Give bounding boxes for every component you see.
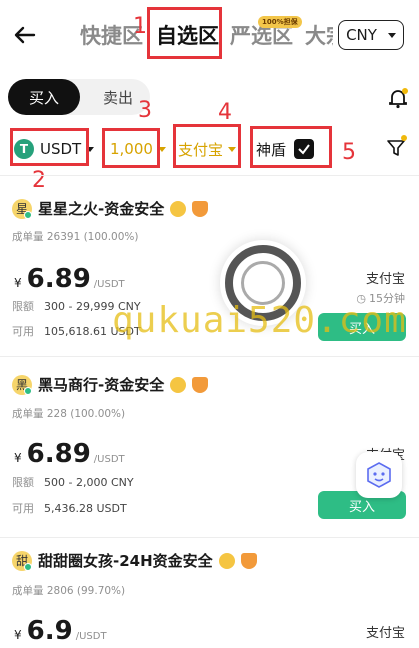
price: ¥ 6.9 /USDT xyxy=(14,616,107,646)
robot-icon xyxy=(367,462,391,488)
annotation-label-3: 3 xyxy=(138,98,152,123)
assistant-robot-button[interactable] xyxy=(356,452,402,498)
annotation-label-1: 1 xyxy=(133,14,147,39)
annotation-label-5: 5 xyxy=(342,140,356,165)
merchant-avatar: 甜 xyxy=(12,550,32,571)
tab-bulk[interactable]: 大宗 xyxy=(305,20,333,50)
buy-toggle-button[interactable]: 买入 xyxy=(8,79,80,115)
currency-value: CNY xyxy=(346,26,377,44)
verified-badge-icon xyxy=(218,552,235,569)
bell-icon[interactable] xyxy=(386,86,410,110)
buy-sell-toggle: 买入 卖出 xyxy=(8,79,150,115)
order-stats: 成单量 26391 (100.00%) xyxy=(12,231,139,243)
watermark: qukuai520.com xyxy=(112,300,407,341)
deposit-shield-icon xyxy=(192,376,209,393)
annotation-box-1 xyxy=(147,7,222,59)
merchant-row[interactable]: 黑 黑马商行-资金安全 xyxy=(12,374,209,395)
annotation-box-2 xyxy=(10,128,89,166)
deposit-shield-icon xyxy=(192,200,209,217)
merchant-avatar: 星 xyxy=(12,198,32,219)
merchant-name: 甜甜圈女孩-24H资金安全 xyxy=(38,552,213,570)
listing-card: 黑 黑马商行-资金安全 成单量 228 (100.00%) ¥ 6.89 /US… xyxy=(0,357,419,537)
verified-badge-icon xyxy=(170,376,187,393)
listing-card: 甜 甜甜圈女孩-24H资金安全 成单量 2806 (99.70%) ¥ 6.9 … xyxy=(0,538,419,648)
available-row: 可用 5,436.28 USDT xyxy=(12,502,127,515)
price: ¥ 6.89 /USDT xyxy=(14,439,125,469)
order-stats: 成单量 228 (100.00%) xyxy=(12,408,126,420)
payment-method: 支付宝 xyxy=(365,272,405,287)
price: ¥ 6.89 /USDT xyxy=(14,264,125,294)
merchant-avatar: 黑 xyxy=(12,374,32,395)
merchant-row[interactable]: 星 星星之火-资金安全 xyxy=(12,198,209,219)
limit-row: 限额 500 - 2,000 CNY xyxy=(12,476,134,489)
guarantee-badge: 100%担保 xyxy=(258,16,302,28)
deposit-shield-icon xyxy=(240,552,257,569)
filter-active-dot xyxy=(401,135,407,141)
annotation-box-5 xyxy=(250,126,332,168)
annotation-box-4 xyxy=(173,124,241,168)
back-arrow-icon[interactable] xyxy=(12,22,38,48)
payment-method: 支付宝 xyxy=(365,626,405,641)
order-stats: 成单量 2806 (99.70%) xyxy=(12,585,126,597)
chevron-down-icon xyxy=(387,32,396,38)
filter-funnel-icon[interactable] xyxy=(386,138,406,158)
merchant-name: 星星之火-资金安全 xyxy=(38,200,165,218)
annotation-box-3 xyxy=(102,128,160,168)
merchant-name: 黑马商行-资金安全 xyxy=(38,376,165,394)
currency-select[interactable]: CNY xyxy=(338,20,404,50)
verified-badge-icon xyxy=(170,200,187,217)
merchant-row[interactable]: 甜 甜甜圈女孩-24H资金安全 xyxy=(12,550,257,571)
annotation-label-4: 4 xyxy=(218,100,232,125)
